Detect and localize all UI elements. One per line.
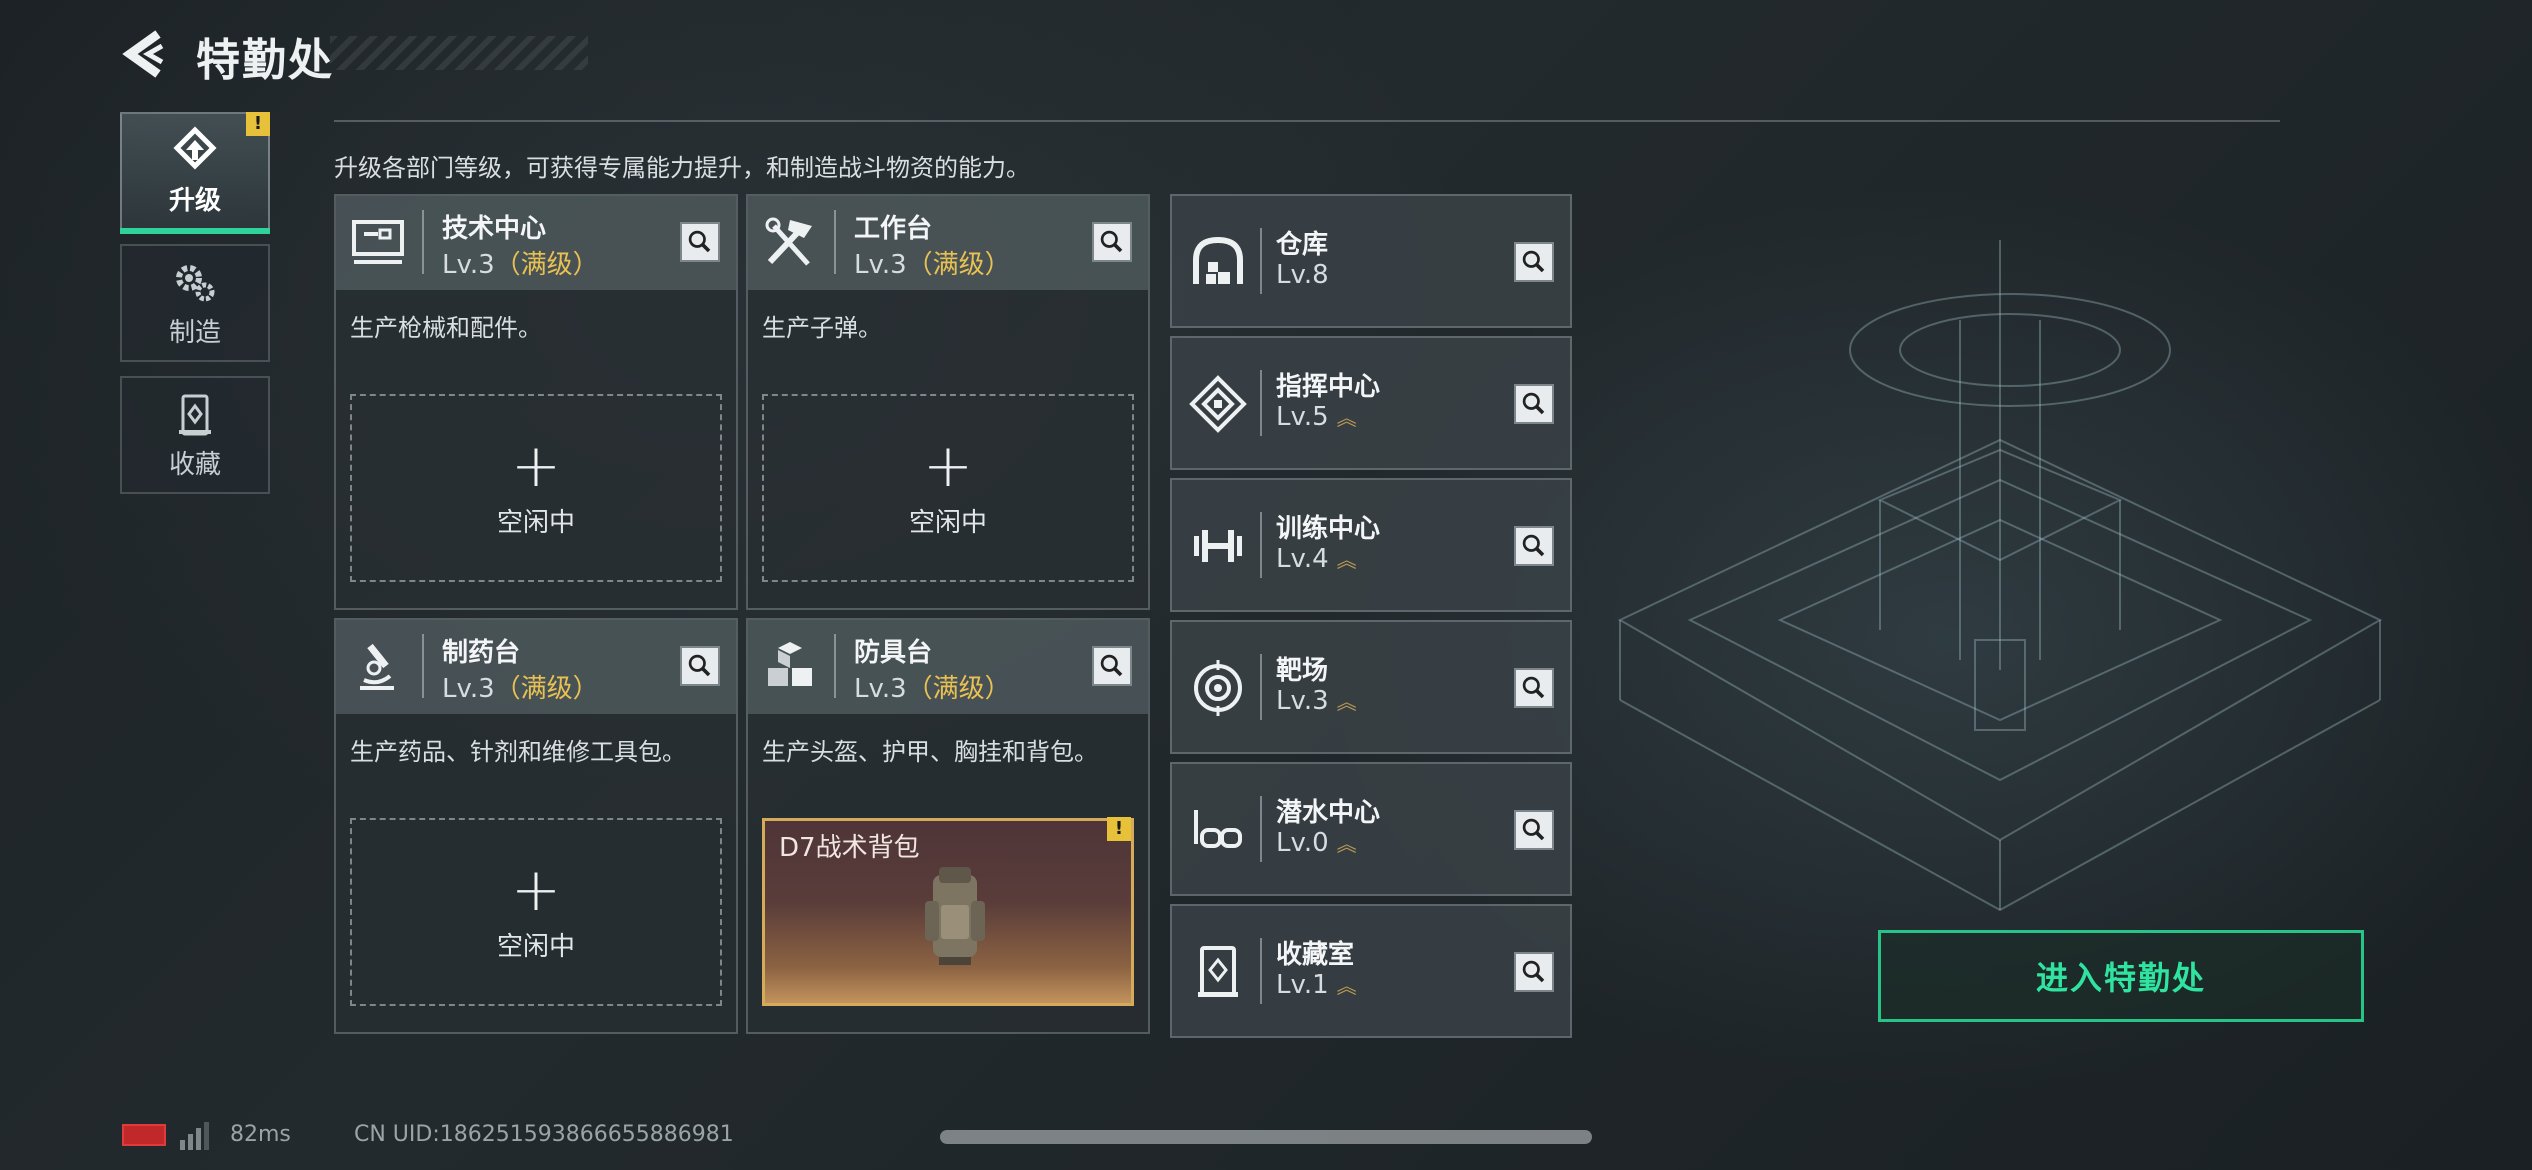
facility-name: 仓库	[1276, 230, 1329, 260]
slot-status: 空闲中	[496, 507, 575, 538]
facility-training-center[interactable]: 训练中心 Lv.4 ︽	[1170, 478, 1572, 612]
upgrade-icon	[173, 125, 217, 170]
facility-name: 训练中心	[1276, 514, 1381, 544]
production-slot[interactable]: + 空闲中	[762, 394, 1134, 582]
search-icon[interactable]	[1514, 668, 1554, 708]
dumbbell-icon	[1194, 530, 1242, 562]
tab-upgrade-label: 升级	[168, 185, 221, 216]
search-icon[interactable]	[1092, 646, 1132, 686]
card-header: 工作台 Lv.3（满级）	[748, 196, 1148, 290]
collection-room-icon	[1198, 946, 1238, 997]
user-uid: CN UID:18625159386665588698​1	[354, 1122, 734, 1147]
department-name: 防具台	[854, 638, 933, 668]
facility-diving-center[interactable]: 潜水中心 Lv.0 ︽	[1170, 762, 1572, 896]
pharmacy-icon	[360, 643, 394, 690]
plus-icon: +	[510, 430, 562, 501]
tab-collection-label: 收藏	[168, 449, 221, 480]
department-level: Lv.3（满级）	[854, 250, 1011, 280]
battery-icon	[122, 1124, 166, 1146]
facility-command-center[interactable]: 指挥中心 Lv.5 ︽	[1170, 336, 1572, 470]
facility-name: 靶场	[1276, 656, 1329, 686]
tab-craft[interactable]: 制造	[120, 244, 270, 362]
plus-icon: +	[922, 430, 974, 501]
alert-badge: !	[246, 112, 270, 136]
department-description: 生产药品、针剂和维修工具包。	[350, 738, 686, 766]
search-icon[interactable]	[1514, 952, 1554, 992]
department-description: 生产枪械和配件。	[350, 314, 542, 342]
department-name: 技术中心	[442, 214, 547, 244]
upgrade-available-icon: ︽	[1336, 547, 1357, 572]
facility-collection-room[interactable]: 收藏室 Lv.1 ︽	[1170, 904, 1572, 1038]
search-icon[interactable]	[1514, 384, 1554, 424]
facility-level: Lv.5 ︽	[1276, 402, 1357, 432]
backpack-image	[925, 867, 985, 965]
facility-name: 收藏室	[1276, 940, 1355, 970]
workbench-icon	[765, 217, 812, 266]
department-description: 生产头盔、护甲、胸挂和背包。	[762, 738, 1098, 766]
target-icon	[1194, 660, 1242, 716]
upgrade-available-icon: ︽	[1336, 689, 1357, 714]
enter-special-ops-button[interactable]: 进入特勤处	[1878, 930, 2364, 1022]
search-icon[interactable]	[680, 222, 720, 262]
facility-level: Lv.4 ︽	[1276, 544, 1357, 574]
upgrade-available-icon: ︽	[1336, 405, 1357, 430]
department-card-armor-bench[interactable]: 防具台 Lv.3（满级） 生产头盔、护甲、胸挂和背包。 D7战术背包 !	[746, 618, 1150, 1034]
department-card-pharmacy[interactable]: 制药台 Lv.3（满级） 生产药品、针剂和维修工具包。 + 空闲中	[334, 618, 738, 1034]
card-header: 制药台 Lv.3（满级）	[336, 620, 736, 714]
department-level: Lv.3（满级）	[442, 250, 599, 280]
facility-name: 潜水中心	[1276, 798, 1381, 828]
production-slot-product[interactable]: D7战术背包 !	[762, 817, 1134, 1006]
base-model-illustration	[1617, 240, 2383, 912]
facility-warehouse[interactable]: 仓库 Lv.8	[1170, 194, 1572, 328]
warehouse-icon	[1193, 236, 1243, 284]
tab-collection[interactable]: 收藏	[120, 376, 270, 494]
department-level: Lv.3（满级）	[442, 674, 599, 704]
home-indicator[interactable]	[940, 1130, 1592, 1144]
tech-center-icon	[352, 220, 404, 264]
alert-badge: !	[1107, 817, 1131, 841]
slot-status: 空闲中	[908, 507, 987, 538]
slot-status: 空闲中	[496, 931, 575, 962]
department-card-workbench[interactable]: 工作台 Lv.3（满级） 生产子弹。 + 空闲中	[746, 194, 1150, 610]
divider	[334, 120, 2280, 122]
command-center-icon	[1189, 375, 1247, 433]
facility-range[interactable]: 靶场 Lv.3 ︽	[1170, 620, 1572, 754]
production-slot[interactable]: + 空闲中	[350, 394, 722, 582]
department-description: 生产子弹。	[762, 314, 882, 342]
tab-craft-label: 制造	[168, 317, 221, 348]
armor-bench-icon	[768, 642, 812, 686]
production-slot[interactable]: + 空闲中	[350, 818, 722, 1006]
card-header: 技术中心 Lv.3（满级）	[336, 196, 736, 290]
upgrade-available-icon: ︽	[1336, 831, 1357, 856]
signal-icon	[180, 1122, 209, 1150]
tab-upgrade[interactable]: 升级 !	[120, 112, 270, 234]
upgrade-available-icon: ︽	[1336, 973, 1357, 998]
facility-level: Lv.1 ︽	[1276, 970, 1357, 1000]
ping-value: 82ms	[230, 1122, 291, 1147]
collection-icon	[179, 394, 211, 435]
search-icon[interactable]	[1514, 526, 1554, 566]
department-level: Lv.3（满级）	[854, 674, 1011, 704]
card-header: 防具台 Lv.3（满级）	[748, 620, 1148, 714]
gears-icon	[176, 264, 215, 301]
department-name: 制药台	[442, 638, 521, 668]
department-name: 工作台	[854, 214, 933, 244]
search-icon[interactable]	[1514, 242, 1554, 282]
facility-name: 指挥中心	[1276, 372, 1381, 402]
plus-icon: +	[510, 854, 562, 925]
facility-level: Lv.3 ︽	[1276, 686, 1357, 716]
search-icon[interactable]	[1092, 222, 1132, 262]
back-arrow-icon[interactable]	[118, 28, 170, 80]
page-title: 特勤处	[196, 35, 334, 86]
search-icon[interactable]	[1514, 810, 1554, 850]
department-card-tech-center[interactable]: 技术中心 Lv.3（满级） 生产枪械和配件。 + 空闲中	[334, 194, 738, 610]
title-decoration	[330, 36, 588, 70]
product-name: D7战术背包	[779, 833, 920, 863]
diving-mask-icon	[1194, 810, 1242, 848]
search-icon[interactable]	[680, 646, 720, 686]
facility-level: Lv.0 ︽	[1276, 828, 1357, 858]
page-description: 升级各部门等级，可获得专属能力提升，和制造战斗物资的能力。	[334, 154, 1030, 182]
facility-level: Lv.8	[1276, 260, 1329, 290]
